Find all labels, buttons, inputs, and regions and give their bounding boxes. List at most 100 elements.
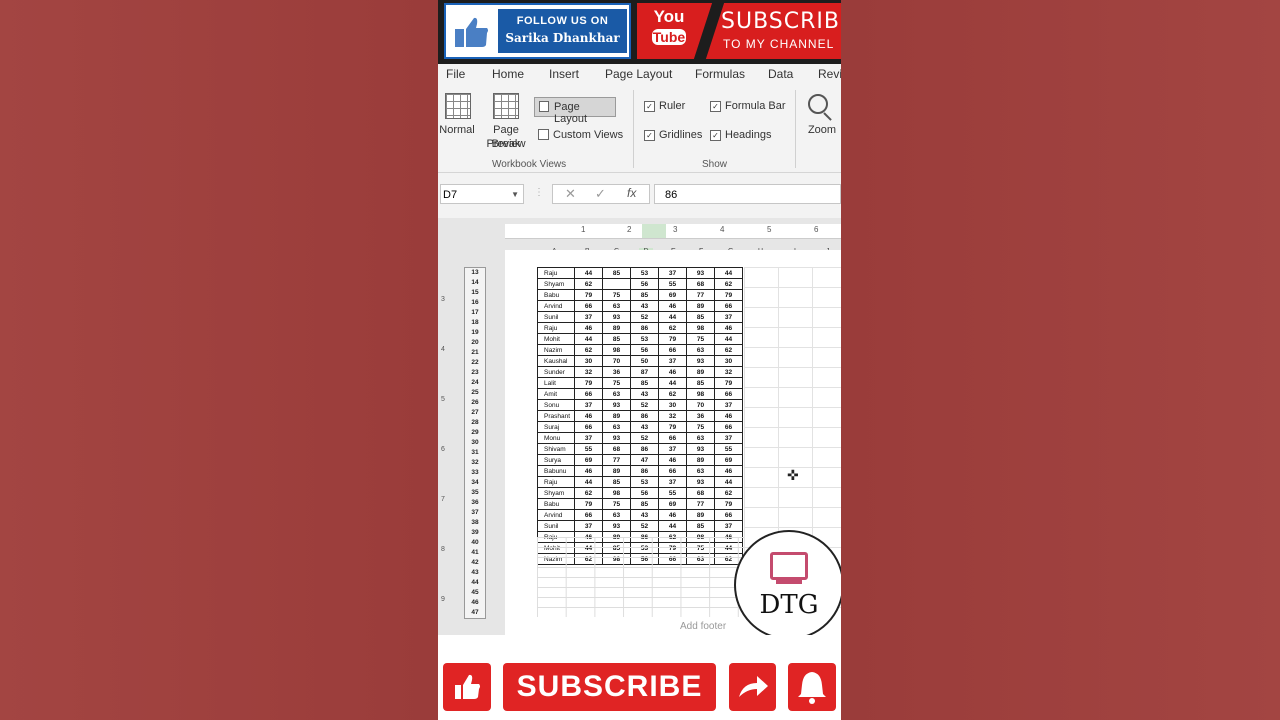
score-cell[interactable]: 46: [574, 410, 603, 422]
score-cell[interactable]: 63: [686, 465, 715, 477]
score-cell[interactable]: 44: [574, 267, 603, 279]
tab-page-layout[interactable]: Page Layout: [605, 67, 672, 81]
score-cell[interactable]: 44: [714, 333, 743, 345]
row-header[interactable]: 28: [465, 418, 485, 428]
score-cell[interactable]: 89: [686, 509, 715, 521]
row-header[interactable]: 41: [465, 548, 485, 558]
score-cell[interactable]: 85: [630, 289, 659, 301]
score-cell[interactable]: 86: [630, 322, 659, 334]
score-cell[interactable]: 50: [630, 355, 659, 367]
score-cell[interactable]: 70: [602, 355, 631, 367]
row-header[interactable]: 37: [465, 508, 485, 518]
zoom-label[interactable]: Zoom: [803, 123, 841, 137]
score-cell[interactable]: 46: [714, 322, 743, 334]
score-cell[interactable]: 44: [574, 333, 603, 345]
score-cell[interactable]: 56: [630, 278, 659, 290]
score-cell[interactable]: 98: [602, 487, 631, 499]
score-cell[interactable]: 55: [574, 443, 603, 455]
page-break-preview-icon[interactable]: [493, 93, 519, 119]
score-cell[interactable]: 79: [574, 377, 603, 389]
score-cell[interactable]: 47: [630, 454, 659, 466]
score-cell[interactable]: 85: [630, 377, 659, 389]
score-cell[interactable]: 37: [574, 399, 603, 411]
row-header[interactable]: 17: [465, 308, 485, 318]
row-header[interactable]: 23: [465, 368, 485, 378]
score-cell[interactable]: 63: [602, 421, 631, 433]
score-cell[interactable]: 79: [714, 498, 743, 510]
score-cell[interactable]: 37: [714, 399, 743, 411]
score-cell[interactable]: 43: [630, 421, 659, 433]
score-cell[interactable]: 98: [602, 344, 631, 356]
score-cell[interactable]: 37: [574, 311, 603, 323]
score-cell[interactable]: 66: [574, 388, 603, 400]
score-cell[interactable]: 43: [630, 300, 659, 312]
normal-view-icon[interactable]: [445, 93, 471, 119]
score-cell[interactable]: 55: [658, 487, 687, 499]
row-header[interactable]: 42: [465, 558, 485, 568]
score-cell[interactable]: 93: [686, 355, 715, 367]
score-cell[interactable]: 63: [602, 509, 631, 521]
score-cell[interactable]: 46: [658, 509, 687, 521]
name-cell[interactable]: Shyam: [537, 487, 575, 499]
row-header[interactable]: 43: [465, 568, 485, 578]
score-cell[interactable]: 69: [714, 454, 743, 466]
name-cell[interactable]: Mohit: [537, 333, 575, 345]
score-cell[interactable]: 44: [714, 476, 743, 488]
score-cell[interactable]: 75: [602, 289, 631, 301]
page-layout-button[interactable]: Page Layout: [534, 97, 616, 125]
tab-home[interactable]: Home: [492, 67, 524, 81]
formula-input[interactable]: 86: [654, 184, 841, 204]
share-button[interactable]: [729, 663, 776, 711]
score-cell[interactable]: 53: [630, 333, 659, 345]
headings-checkbox[interactable]: ✓: [710, 130, 721, 141]
name-cell[interactable]: Shyam: [537, 278, 575, 290]
row-header[interactable]: 36: [465, 498, 485, 508]
score-cell[interactable]: 63: [686, 432, 715, 444]
score-cell[interactable]: [602, 278, 631, 290]
row-header[interactable]: 18: [465, 318, 485, 328]
score-cell[interactable]: 87: [630, 366, 659, 378]
row-header[interactable]: 30: [465, 438, 485, 448]
score-cell[interactable]: 79: [574, 289, 603, 301]
score-cell[interactable]: 75: [602, 377, 631, 389]
follow-us-badge[interactable]: FOLLOW US ON Sarika Dhankhar: [444, 3, 631, 59]
tab-data[interactable]: Data: [768, 67, 793, 81]
score-cell[interactable]: 62: [658, 388, 687, 400]
score-cell[interactable]: 89: [602, 410, 631, 422]
score-cell[interactable]: 85: [602, 333, 631, 345]
chevron-down-icon[interactable]: ▼: [511, 185, 519, 205]
score-cell[interactable]: 69: [658, 498, 687, 510]
row-header[interactable]: 46: [465, 598, 485, 608]
score-cell[interactable]: 93: [602, 399, 631, 411]
score-cell[interactable]: 66: [574, 421, 603, 433]
score-cell[interactable]: 37: [658, 355, 687, 367]
row-header[interactable]: 32: [465, 458, 485, 468]
score-cell[interactable]: 53: [630, 476, 659, 488]
tab-review[interactable]: Revi: [818, 67, 841, 81]
score-cell[interactable]: 93: [602, 520, 631, 532]
tab-formulas[interactable]: Formulas: [695, 67, 745, 81]
score-cell[interactable]: 93: [686, 443, 715, 455]
row-header[interactable]: 47: [465, 608, 485, 618]
score-cell[interactable]: 68: [686, 487, 715, 499]
name-cell[interactable]: Prashant: [537, 410, 575, 422]
score-cell[interactable]: 32: [714, 366, 743, 378]
row-header[interactable]: 29: [465, 428, 485, 438]
row-header[interactable]: 15: [465, 288, 485, 298]
row-header[interactable]: 44: [465, 578, 485, 588]
score-cell[interactable]: 52: [630, 520, 659, 532]
score-cell[interactable]: 44: [574, 476, 603, 488]
score-cell[interactable]: 62: [714, 487, 743, 499]
subscribe-button[interactable]: SUBSCRIBE: [503, 663, 716, 711]
notification-bell-button[interactable]: [788, 663, 836, 711]
score-cell[interactable]: 89: [686, 454, 715, 466]
score-cell[interactable]: 52: [630, 399, 659, 411]
add-footer-placeholder[interactable]: Add footer: [680, 621, 726, 632]
score-cell[interactable]: 37: [658, 443, 687, 455]
score-cell[interactable]: 66: [658, 344, 687, 356]
score-cell[interactable]: 77: [686, 289, 715, 301]
score-cell[interactable]: 89: [686, 366, 715, 378]
score-cell[interactable]: 66: [574, 509, 603, 521]
score-cell[interactable]: 55: [714, 443, 743, 455]
score-cell[interactable]: 62: [714, 344, 743, 356]
